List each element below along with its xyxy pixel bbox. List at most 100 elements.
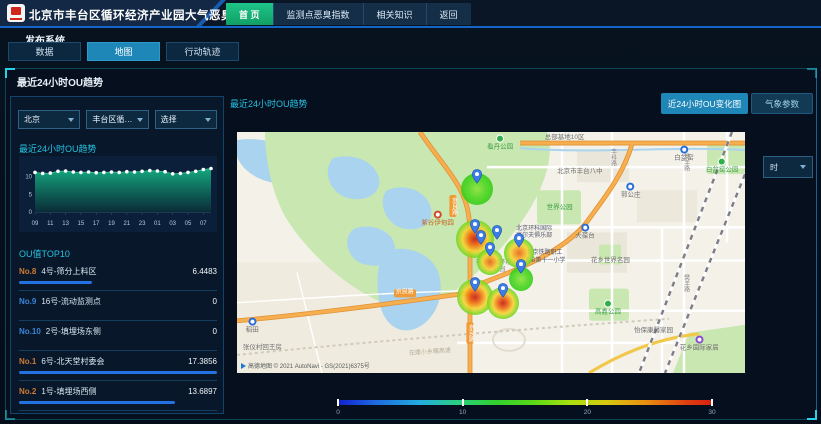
map-label-22: 樊羊路 [681,153,688,171]
map-label-16: 稻田 [246,318,259,335]
svg-text:01: 01 [154,221,161,227]
map-label-15: 花乡国际家居 [680,336,719,353]
nav-item-3[interactable]: 相关知识 [363,3,426,25]
time-unit-value: 时 [770,162,778,173]
rank-label: No.2 [19,387,36,396]
dashboard: 北京市丰台区循环经济产业园大气恶臭状况实时 首 页监测点恶臭指数相关知识返回 发… [0,0,821,424]
station-name: 6号-北天堂村委会 [41,356,184,367]
svg-text:11: 11 [47,221,54,227]
ou-value: 13.6897 [188,387,217,396]
list-item: No.916号-流动监测点0 [19,291,217,321]
map-section-title: 最近24小时OU趋势 [230,97,308,110]
rank-label: No.10 [19,327,41,336]
scale-tick [337,399,339,406]
left-panel: 北京丰台区循环经济产选择 最近24小时OU趋势 0510091113151719… [10,96,224,414]
metro-station-icon [695,336,703,344]
list-item: No.2 1号-填埋场西侧 13.6897 [19,381,217,411]
nav-item-4[interactable]: 返回 [426,3,471,25]
filter-dropdown-1[interactable]: 北京 [18,110,80,129]
scale-tick-label: 30 [708,409,715,416]
scale-tick [711,399,713,406]
metro-station-icon [581,224,589,232]
metro-station-icon [248,318,256,326]
svg-text:07: 07 [200,221,207,227]
ou-top-list[interactable]: No.84号-筛分上料区6.4483No.916号-流动监测点0No.102号-… [19,261,217,411]
ou-value: 17.3856 [188,357,217,366]
filter-dropdown-3[interactable]: 选择 [155,110,217,129]
dropdown-value: 北京 [24,114,40,125]
value-bar [19,371,217,374]
list-item-head: No.2 1号-填埋场西侧 13.6897 [19,386,217,397]
scale-tick [462,399,464,406]
amap-logo-icon [241,363,246,369]
map-label-6: 郭公庄 [621,183,641,200]
map-label-20: 京良路 [466,322,473,344]
metro-station-icon [627,183,635,191]
filter-dropdown-2[interactable]: 丰台区循环经济产 [86,110,148,129]
tab-3[interactable]: 行动轨迹 [166,42,239,61]
rank-label: No.1 [19,357,36,366]
map-pin-b5[interactable] [470,277,481,297]
map-pin-x1[interactable] [476,230,487,250]
nav-item-1[interactable]: 首 页 [226,3,273,25]
station-name: 16号-流动监测点 [41,296,208,307]
park-icon [718,157,726,165]
value-bar-fill [19,281,92,284]
value-bar-fill [19,401,175,404]
map-label-4: 白盆窑公园 [706,157,739,174]
map-label-12: 花乡世界名园 [591,257,630,265]
map-pin-b1[interactable] [471,169,482,189]
station-name: 1号-填埋场西侧 [41,386,184,397]
map-label-5: 北京市丰台八中 [557,168,603,176]
list-item-head: No.1 6号-北天堂村委会 17.3856 [19,356,217,367]
header-bar: 北京市丰台区循环经济产业园大气恶臭状况实时 首 页监测点恶臭指数相关知识返回 [0,0,821,28]
map-label-21: 京良路 [449,195,456,217]
trend-chart-title: 最近24小时OU趋势 [19,142,97,155]
panel-corner-tl [5,68,15,78]
value-bar [19,401,217,404]
svg-text:5: 5 [29,192,33,198]
filter-dropdowns: 北京 丰台区循环经济产选择 [18,110,217,129]
map-label-23: 樊羊路 [681,274,688,292]
svg-text:17: 17 [93,221,100,227]
scenic-spot-icon [434,210,442,218]
svg-text:0: 0 [29,210,33,216]
tab-2[interactable]: 地图 [87,42,160,61]
svg-text:09: 09 [32,221,39,227]
chevron-down-icon [205,118,211,122]
map-pin-b4[interactable] [513,233,524,253]
svg-text:21: 21 [123,221,130,227]
scale-tick-label: 20 [584,409,591,416]
station-name: 2号-填埋场东侧 [46,326,209,337]
value-bar [19,281,217,284]
map-pin-b6[interactable] [498,283,509,303]
list-item-head: No.84号-筛分上料区6.4483 [19,266,217,277]
map-attribution-text: 高德地图 © 2021 AutoNavi - GS(2021)6375号 [248,361,370,370]
list-item: No.10 2号-填埋场东侧 0 [19,321,217,351]
panel-title: 最近24小时OU趋势 [17,74,103,89]
svg-text:19: 19 [108,221,115,227]
map-attribution: 高德地图 © 2021 AutoNavi - GS(2021)6375号 [241,361,370,370]
map-canvas[interactable]: 看丹公园总部基地10区白盆窑白盆窑公园北京市丰台八中郭公庄世界公园大葆台紫谷伊甸… [237,132,745,373]
map-label-2: 总部基地10区 [545,134,585,142]
scale-tick [586,399,588,406]
tab-1[interactable]: 数据 [8,42,81,61]
map-pin-b7[interactable] [515,259,526,279]
scale-tick-label: 0 [336,409,340,416]
map-pin-x2[interactable] [492,225,503,245]
weather-params-button[interactable]: 气象参数 [751,93,813,114]
list-item-head: No.10 2号-填埋场东侧 0 [19,326,217,337]
app-logo [7,4,25,22]
ou-value: 6.4483 [193,267,217,276]
time-unit-dropdown[interactable]: 时 [763,156,813,178]
ou-value: 0 [213,327,217,336]
ou-change-map-button[interactable]: 近24小时OU变化图 [661,93,748,114]
panel-corner-br [807,410,817,420]
svg-text:23: 23 [139,221,146,227]
map-label-14: 怡保康馨家园 [634,327,673,335]
value-bar-fill [19,371,217,374]
map-label-19: 京良路 [394,290,416,297]
nav-item-2[interactable]: 监测点恶臭指数 [273,3,363,25]
list-item: No.84号-筛分上料区6.4483 [19,261,217,291]
map-label-13: 高鑫公园 [595,300,621,317]
